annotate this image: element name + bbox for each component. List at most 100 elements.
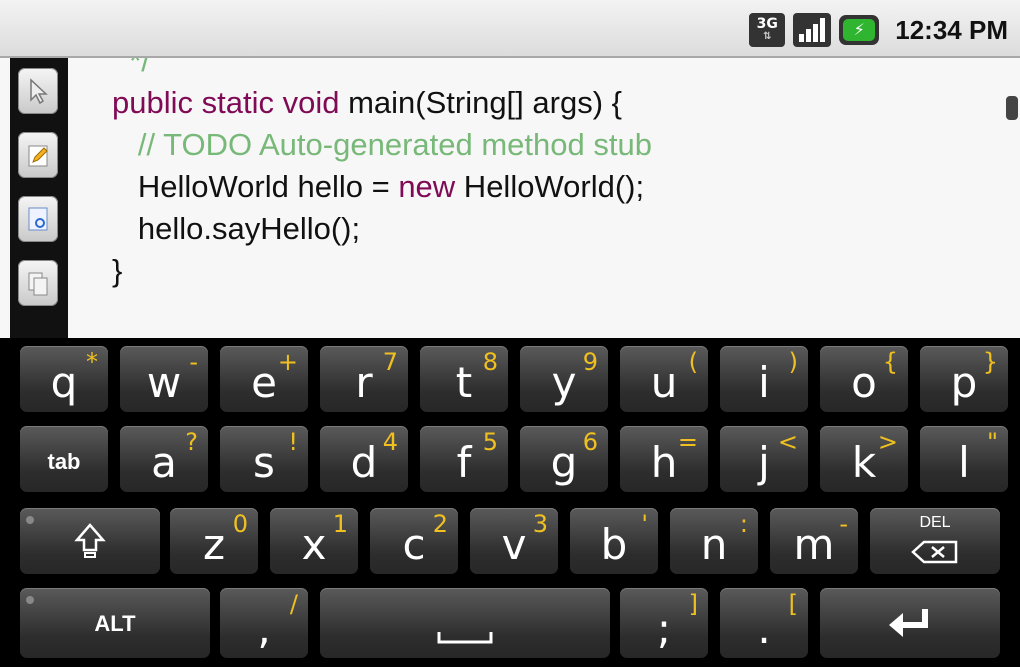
shift-key[interactable] [20, 508, 160, 574]
key-q[interactable]: q * [20, 346, 108, 412]
edit-tool-button[interactable] [18, 132, 58, 178]
key-alt-label: } [982, 348, 998, 376]
code-line: } [112, 250, 652, 292]
code-line: HelloWorld hello = new HelloWorld(); [112, 166, 652, 208]
copy-tool-button[interactable] [18, 260, 58, 306]
key-alt-label: = [677, 428, 698, 456]
key-g[interactable]: g6 [520, 426, 608, 492]
key-alt-label: ? [185, 428, 198, 456]
key-o[interactable]: o{ [820, 346, 908, 412]
key-alt-label: 4 [382, 428, 398, 456]
alt-key[interactable]: ALT [20, 588, 210, 658]
tab-key[interactable]: tab [20, 426, 108, 492]
enter-arrow-icon [889, 609, 928, 637]
key-s[interactable]: s! [220, 426, 308, 492]
key-alt-label: > [877, 428, 898, 456]
code-token: } [112, 253, 123, 288]
key-alt-label: + [277, 348, 298, 376]
key-v[interactable]: v3 [470, 508, 558, 574]
key-t[interactable]: t8 [420, 346, 508, 412]
code-token: new [398, 169, 456, 204]
scroll-handle[interactable] [1006, 96, 1018, 120]
shift-lock-indicator [26, 516, 34, 524]
key-alt-label: 1 [332, 510, 348, 538]
key-f[interactable]: f5 [420, 426, 508, 492]
key-c[interactable]: c2 [370, 508, 458, 574]
key-alt-label: 5 [482, 428, 498, 456]
key-alt-label: 3 [532, 510, 548, 538]
document-search-icon [28, 207, 48, 231]
key-alt-label: 9 [582, 348, 598, 376]
key-alt-label: ] [688, 590, 698, 618]
key-alt-label: " [986, 428, 998, 456]
code-token: HelloWorld hello = [112, 169, 399, 204]
key-semicolon[interactable]: ;] [620, 588, 708, 658]
key-x[interactable]: x1 [270, 508, 358, 574]
key-alt-label: ! [288, 428, 298, 456]
code-line: public static void main(String[] args) { [112, 82, 652, 124]
key-period[interactable]: .[ [720, 588, 808, 658]
space-bar-icon [437, 632, 493, 644]
enter-key[interactable] [820, 588, 1000, 658]
code-token: hello.sayHello(); [112, 211, 361, 246]
key-alt-label: - [189, 348, 198, 376]
key-y[interactable]: y9 [520, 346, 608, 412]
key-alt-label: : [739, 510, 748, 538]
space-key[interactable] [320, 588, 610, 658]
key-j[interactable]: j < [720, 426, 808, 492]
key-alt-label: 2 [432, 510, 448, 538]
key-d[interactable]: d4 [320, 426, 408, 492]
code-text[interactable]: */ public static void main(String[] args)… [112, 58, 652, 292]
key-l[interactable]: l " [920, 426, 1008, 492]
key-p[interactable]: p} [920, 346, 1008, 412]
status-bar: 3G ⇅ ⚡ 12:34 PM [0, 0, 1020, 58]
backspace-icon [911, 540, 958, 563]
code-token: */ [112, 58, 150, 78]
key-r[interactable]: r7 [320, 346, 408, 412]
delete-label: DEL [919, 514, 951, 531]
key-e[interactable]: e + [220, 346, 308, 412]
code-token: HelloWorld(); [455, 169, 645, 204]
key-z[interactable]: z0 [170, 508, 258, 574]
code-line: hello.sayHello(); [112, 208, 652, 250]
copy-icon [28, 272, 48, 296]
key-alt-label: < [777, 428, 798, 456]
key-alt-label: 6 [582, 428, 598, 456]
key-label: tab [47, 449, 81, 474]
key-alt-label: ' [641, 510, 648, 538]
key-alt-label: 8 [482, 348, 498, 376]
code-editor[interactable]: */ public static void main(String[] args)… [0, 58, 1020, 338]
key-alt-label: * [86, 348, 98, 376]
find-tool-button[interactable] [18, 196, 58, 242]
key-m[interactable]: m- [770, 508, 858, 574]
key-alt-label: { [882, 348, 898, 376]
key-alt-label: 7 [382, 348, 398, 376]
status-icons: 3G ⇅ ⚡ 12:34 PM [749, 12, 1008, 48]
key-alt-label: - [839, 510, 848, 538]
key-a[interactable]: a? [120, 426, 208, 492]
signal-strength-icon [793, 13, 832, 47]
code-line: // TODO Auto-generated method stub [112, 124, 652, 166]
soft-keyboard: q * w - e + r 7 t 8 y 9 u(i) o{p} tab a? s! d 4 f 5 g 6 h = j < k > l… [0, 338, 1020, 667]
alt-lock-indicator [26, 596, 34, 604]
cursor-tool-button[interactable] [18, 68, 58, 114]
key-alt-label: ( [688, 348, 698, 376]
key-b[interactable]: b ' [570, 508, 658, 574]
tool-rail [10, 58, 68, 338]
key-i[interactable]: i) [720, 346, 808, 412]
cursor-icon [30, 78, 48, 105]
key-comma[interactable]: , / [220, 588, 308, 658]
network-3g-icon: 3G ⇅ [749, 13, 786, 47]
key-w[interactable]: w- [120, 346, 208, 412]
code-token: main(String[] args) { [348, 85, 622, 120]
key-n[interactable]: n: [670, 508, 758, 574]
delete-key[interactable]: DEL [870, 508, 1000, 574]
key-k[interactable]: k > [820, 426, 908, 492]
key-h[interactable]: h = [620, 426, 708, 492]
clock: 12:34 PM [895, 14, 1008, 45]
code-line: */ [112, 58, 652, 82]
key-alt-label: 0 [232, 510, 248, 538]
battery-charging-icon: ⚡ [839, 15, 880, 45]
code-token: // TODO Auto-generated method stub [112, 127, 652, 162]
key-u[interactable]: u( [620, 346, 708, 412]
